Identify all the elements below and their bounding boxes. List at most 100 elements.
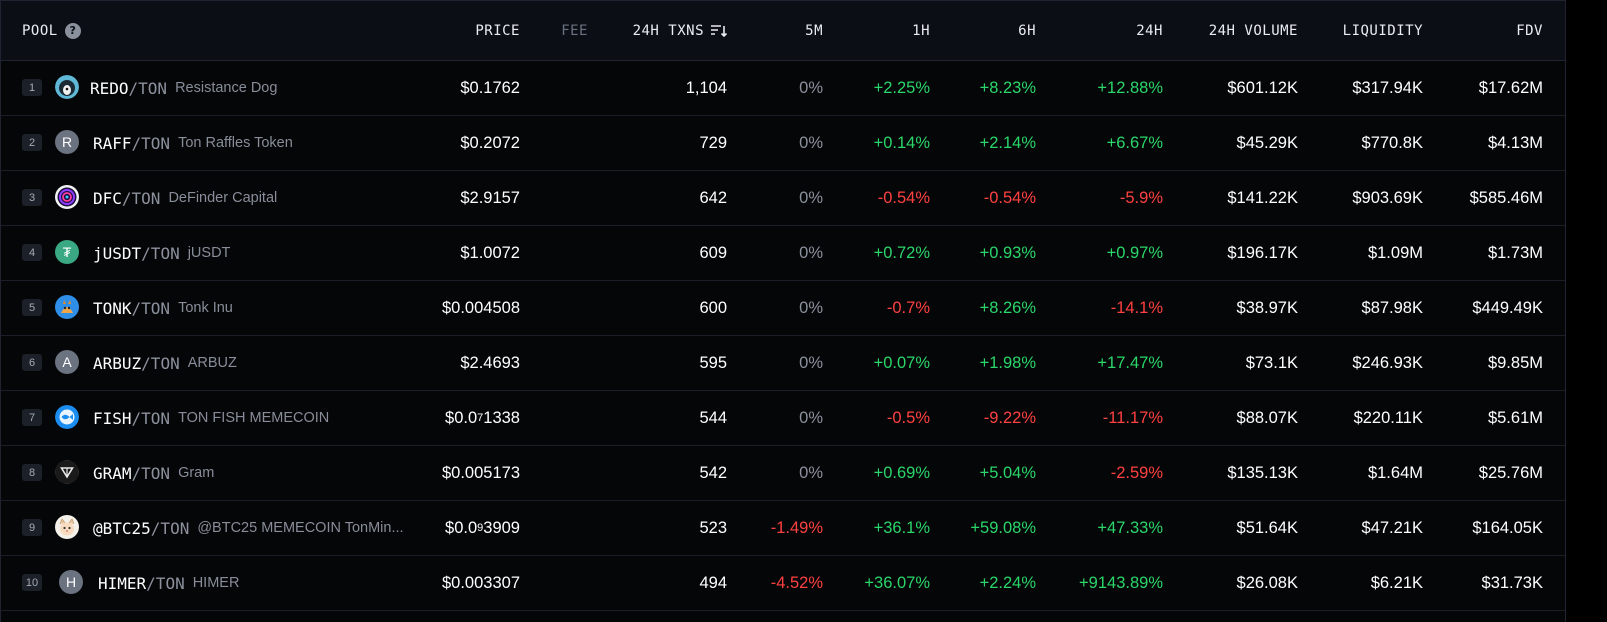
txns-cell: 523 — [699, 501, 727, 555]
price-cell: $2.4693 — [460, 336, 520, 390]
change-1h-value: +36.1% — [873, 518, 930, 537]
token-name: TON FISH MEMECOIN — [178, 410, 330, 426]
table-row[interactable]: 10 H HIMER/TON HIMER $0.003307 494 -4.52%… — [1, 556, 1565, 611]
base-symbol: TONK — [93, 298, 132, 318]
table-row[interactable]: 1 REDO/TON Resistance Dog $0.1762 1,104 0… — [1, 61, 1565, 116]
change-5m-value: 0% — [799, 298, 823, 317]
token-name: Resistance Dog — [175, 80, 278, 96]
price-main: $2.4693 — [460, 353, 520, 372]
change-1h-cell: +0.69% — [874, 446, 930, 500]
table-row[interactable]: 6 A ARBUZ/TON ARBUZ $2.4693 595 0% +0.07%… — [1, 336, 1565, 391]
price-main: $0.0 — [445, 408, 478, 427]
pool-pair[interactable]: FISH/TON TON FISH MEMECOIN — [93, 391, 329, 445]
change-1h-value: +2.25% — [873, 78, 930, 97]
fdv-value: $5.61M — [1487, 408, 1543, 427]
volume-cell: $88.07K — [1237, 391, 1298, 445]
volume-cell: $141.22K — [1227, 171, 1298, 225]
change-6h-value: +1.98% — [979, 353, 1036, 372]
volume-cell: $45.29K — [1237, 116, 1298, 170]
price-cell: $1.0072 — [460, 226, 520, 280]
volume-value: $73.1K — [1245, 353, 1298, 372]
col-pool-header[interactable]: POOL ? — [22, 1, 81, 60]
col-fee-header[interactable]: FEE — [561, 1, 588, 60]
change-24h-cell: +6.67% — [1107, 116, 1163, 170]
pool-pair[interactable]: ARBUZ/TON ARBUZ — [93, 336, 237, 390]
col-price-header[interactable]: PRICE — [475, 1, 520, 60]
help-icon[interactable]: ? — [64, 22, 81, 39]
pool-pair[interactable]: REDO/TON Resistance Dog — [90, 61, 277, 115]
pool-pair[interactable]: TONK/TON Tonk Inu — [93, 281, 233, 335]
change-6h-value: +0.93% — [979, 243, 1036, 262]
volume-value: $51.64K — [1236, 518, 1298, 537]
col-liquidity-label: LIQUIDITY — [1342, 22, 1423, 39]
col-6h-label: 6H — [1018, 22, 1036, 39]
price-main: $2.9157 — [460, 188, 520, 207]
pool-pair[interactable]: @BTC25/TON @BTC25 MEMECOIN TonMin... — [93, 501, 404, 555]
pool-pair[interactable]: GRAM/TON Gram — [93, 446, 214, 500]
txns-value: 642 — [699, 188, 727, 207]
table-row[interactable]: 7 FISH/TON TON FISH MEMECOIN $0.0 7 1338 54… — [1, 391, 1565, 446]
col-fee-label: FEE — [561, 22, 588, 39]
fdv-cell: $449.49K — [1472, 281, 1543, 335]
change-1h-value: -0.54% — [877, 188, 930, 207]
quote-symbol: /TON — [131, 463, 171, 483]
change-24h-value: -11.17% — [1102, 408, 1163, 427]
col-liquidity-header[interactable]: LIQUIDITY — [1343, 1, 1423, 60]
base-symbol: RAFF — [93, 133, 132, 153]
change-1h-value: -0.7% — [886, 298, 930, 317]
pool-pair[interactable]: HIMER/TON HIMER — [98, 556, 239, 610]
change-24h-cell: -14.1% — [1111, 281, 1163, 335]
pool-pair[interactable]: RAFF/TON Ton Raffles Token — [93, 116, 293, 170]
txns-cell: 609 — [699, 226, 727, 280]
change-24h-value: -5.9% — [1119, 188, 1163, 207]
change-6h-cell: -0.54% — [984, 171, 1036, 225]
base-symbol: @BTC25 — [93, 518, 151, 538]
table-row[interactable]: 2 R RAFF/TON Ton Raffles Token $0.2072 72… — [1, 116, 1565, 171]
price-main: $0.005173 — [442, 463, 520, 482]
col-6h-header[interactable]: 6H — [1018, 1, 1036, 60]
table-row[interactable]: 3 DFC/TON DeFinder Capital $2.9157 642 0%… — [1, 171, 1565, 226]
change-24h-cell: -5.9% — [1120, 171, 1163, 225]
pools-table: POOL ? PRICE FEE 24H TXNS 5M 1H 6H 24H 2… — [0, 0, 1566, 622]
table-row[interactable]: 5 TONK/TON Tonk Inu $0.004508 600 0% -0.7… — [1, 281, 1565, 336]
sort-descending-icon[interactable] — [710, 24, 727, 38]
txns-value: 595 — [699, 353, 727, 372]
change-5m-value: 0% — [799, 188, 823, 207]
table-row[interactable]: 8 GRAM/TON Gram $0.005173 542 0% +0.69% +… — [1, 446, 1565, 501]
col-volume-header[interactable]: 24H VOLUME — [1209, 1, 1298, 60]
change-1h-value: -0.5% — [886, 408, 930, 427]
price-main: $0.1762 — [460, 78, 520, 97]
fdv-cell: $9.85M — [1488, 336, 1543, 390]
rank-badge: 7 — [22, 409, 42, 426]
fdv-value: $4.13M — [1487, 133, 1543, 152]
col-24h-header[interactable]: 24H — [1136, 1, 1163, 60]
change-6h-cell: -9.22% — [984, 391, 1036, 445]
change-6h-cell: +1.98% — [980, 336, 1036, 390]
price-cell: $2.9157 — [460, 171, 520, 225]
rank-badge: 6 — [22, 354, 42, 371]
table-row[interactable]: 9 @BTC25/TON @BTC25 MEMECOIN TonMin... $0… — [1, 501, 1565, 556]
liquidity-value: $47.21K — [1361, 518, 1423, 537]
price-main: $0.0 — [445, 518, 478, 537]
fish-icon — [55, 405, 79, 429]
redo-dog-icon — [55, 75, 79, 99]
liquidity-cell: $903.69K — [1352, 171, 1423, 225]
table-row[interactable]: 4 ₮ jUSDT/TON jUSDT $1.0072 609 0% +0.72%… — [1, 226, 1565, 281]
col-txns-header[interactable]: 24H TXNS — [633, 1, 727, 60]
change-6h-cell: +2.24% — [980, 556, 1036, 610]
pool-pair[interactable]: jUSDT/TON jUSDT — [93, 226, 230, 280]
tether-icon: ₮ — [55, 240, 79, 264]
change-24h-value: +12.88% — [1097, 78, 1163, 97]
liquidity-value: $246.93K — [1352, 353, 1423, 372]
base-symbol: GRAM — [93, 463, 132, 483]
dfc-swirl-icon — [55, 185, 79, 209]
token-name: Tonk Inu — [178, 300, 233, 316]
col-5m-label: 5M — [805, 22, 823, 39]
change-5m-value: 0% — [799, 463, 823, 482]
pool-pair[interactable]: DFC/TON DeFinder Capital — [93, 171, 277, 225]
col-5m-header[interactable]: 5M — [805, 1, 823, 60]
col-1h-header[interactable]: 1H — [912, 1, 930, 60]
fdv-value: $17.62M — [1478, 78, 1543, 97]
volume-value: $135.13K — [1227, 463, 1298, 482]
col-fdv-header[interactable]: FDV — [1516, 1, 1543, 60]
